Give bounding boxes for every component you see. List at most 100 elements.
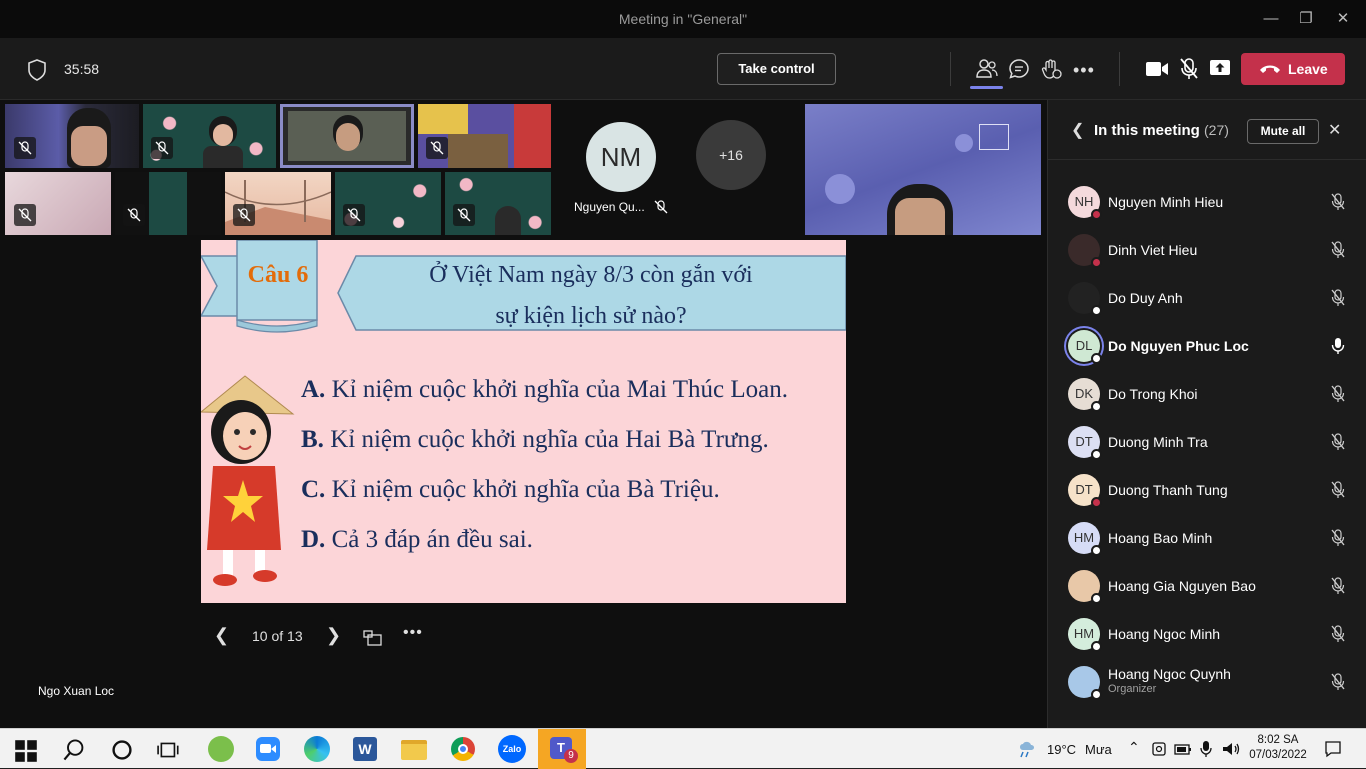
people-icon[interactable]: [975, 58, 999, 80]
spotlight-video[interactable]: [805, 104, 1041, 235]
video-tile[interactable]: [115, 172, 221, 235]
video-tile[interactable]: [445, 172, 551, 235]
close-icon[interactable]: ✕: [1332, 8, 1354, 30]
participant-row[interactable]: Hoang Gia Nguyen Bao: [1048, 562, 1366, 610]
presence-status-dot: [1091, 593, 1102, 604]
participant-row[interactable]: DT Duong Thanh Tung: [1048, 466, 1366, 514]
zoom-icon[interactable]: [256, 737, 280, 761]
mic-off-icon[interactable]: [1178, 57, 1200, 81]
video-tile[interactable]: [335, 172, 441, 235]
meet-now-icon[interactable]: [1151, 741, 1167, 757]
slide-page-indicator: 10 of 13: [252, 628, 303, 644]
participant-name: Hoang Gia Nguyen Bao: [1108, 578, 1256, 594]
mic-on-icon[interactable]: [1330, 337, 1346, 355]
participant-row[interactable]: Hoang Ngoc Quynh Organizer: [1048, 658, 1366, 706]
meeting-toolbar: 35:58 Take control ••• Leave: [0, 38, 1366, 100]
mic-off-icon[interactable]: [1330, 529, 1346, 547]
tray-expand-icon[interactable]: ⌃: [1128, 739, 1140, 756]
microphone-tray-icon[interactable]: [1199, 740, 1213, 758]
weather-rain-icon[interactable]: [1017, 740, 1039, 758]
participant-row[interactable]: NH Nguyen Minh Hieu: [1048, 178, 1366, 226]
video-tile[interactable]: [5, 172, 111, 235]
task-view-icon[interactable]: [157, 738, 181, 762]
answer-d: D. Cả 3 đáp án đều sai.: [301, 526, 533, 553]
battery-icon[interactable]: [1174, 741, 1192, 757]
participant-name: Nguyen Minh Hieu: [1108, 194, 1224, 210]
file-explorer-icon[interactable]: [401, 740, 427, 760]
minimize-icon[interactable]: —: [1260, 8, 1282, 30]
close-panel-icon[interactable]: ✕: [1328, 120, 1341, 140]
mic-off-icon[interactable]: [1330, 241, 1346, 259]
mute-all-button[interactable]: Mute all: [1247, 119, 1319, 144]
mic-off-icon[interactable]: [1330, 289, 1346, 307]
participant-row[interactable]: HM Hoang Ngoc Minh: [1048, 610, 1366, 658]
more-icon[interactable]: •••: [1073, 60, 1095, 81]
teams-badge: 9: [564, 749, 578, 763]
mic-off-icon[interactable]: [1330, 193, 1346, 211]
video-tile[interactable]: [5, 104, 139, 168]
participant-row[interactable]: DT Duong Minh Tra: [1048, 418, 1366, 466]
chrome-icon[interactable]: [451, 737, 475, 761]
more-participants-tile[interactable]: +16: [696, 120, 766, 190]
camera-icon[interactable]: [1145, 60, 1169, 78]
video-tile[interactable]: [143, 104, 276, 168]
presence-status-dot: [1091, 209, 1102, 220]
participant-row[interactable]: DL Do Nguyen Phuc Loc: [1048, 322, 1366, 370]
teams-taskbar-active[interactable]: T 9: [538, 729, 586, 769]
search-icon[interactable]: [62, 738, 86, 762]
previous-slide-icon[interactable]: ❮: [214, 625, 229, 646]
video-tile-active-speaker[interactable]: [280, 104, 414, 168]
participant-row[interactable]: HM Hoang Bao Minh: [1048, 514, 1366, 562]
participant-name: Hoang Ngoc Minh: [1108, 626, 1221, 642]
participant-avatar: DL: [1068, 330, 1102, 364]
divider: [950, 52, 951, 86]
take-control-button[interactable]: Take control: [717, 53, 836, 85]
answer-b: B. Kỉ niệm cuộc khởi nghĩa của Hai Bà Tr…: [301, 426, 769, 453]
participant-avatar: DT: [1068, 474, 1102, 508]
participant-row[interactable]: Dinh Viet Hieu: [1048, 226, 1366, 274]
app-green-icon[interactable]: [208, 736, 234, 762]
window-titlebar: Meeting in "General" — ❐ ✕: [0, 0, 1366, 38]
mic-off-icon[interactable]: [1330, 625, 1346, 643]
presence-status-dot: [1091, 497, 1102, 508]
panel-title: In this meeting (27): [1094, 122, 1229, 139]
participant-name: Hoang Bao Minh: [1108, 530, 1213, 546]
video-tile[interactable]: [418, 104, 551, 168]
next-slide-icon[interactable]: ❯: [326, 625, 341, 646]
notifications-icon[interactable]: [1324, 740, 1342, 758]
word-icon[interactable]: W: [353, 737, 377, 761]
edge-icon[interactable]: [304, 736, 330, 762]
video-tile[interactable]: [225, 172, 331, 235]
shield-icon[interactable]: [26, 58, 48, 82]
cortana-icon[interactable]: [110, 738, 134, 762]
participant-row[interactable]: DK Do Trong Khoi: [1048, 370, 1366, 418]
mic-off-badge: [151, 137, 173, 159]
mic-off-icon[interactable]: [1330, 385, 1346, 403]
participant-avatar[interactable]: NM: [586, 122, 656, 192]
windows-start-icon[interactable]: [14, 739, 38, 763]
participant-name: Duong Thanh Tung: [1108, 482, 1228, 498]
reactions-icon[interactable]: [1040, 58, 1062, 80]
participant-name: Duong Minh Tra: [1108, 434, 1208, 450]
grid-view-icon[interactable]: [363, 628, 383, 646]
participant-tile-name: Nguyen Qu...: [574, 200, 645, 214]
taskbar-clock[interactable]: 8:02 SA 07/03/2022: [1245, 733, 1311, 763]
slide-more-icon[interactable]: •••: [403, 624, 423, 642]
mic-off-icon[interactable]: [1330, 577, 1346, 595]
participant-avatar: [1068, 570, 1102, 604]
share-icon[interactable]: [1209, 58, 1231, 78]
zalo-icon[interactable]: Zalo: [498, 735, 526, 763]
windows-taskbar: W Zalo T 9 19°C Mưa ⌃ 8:02 SA 07/03/2022: [0, 728, 1366, 769]
chat-icon[interactable]: [1008, 58, 1030, 80]
mic-off-badge: [233, 204, 255, 226]
question-line-2: sự kiện lịch sử nào?: [495, 303, 687, 329]
mic-off-icon[interactable]: [1330, 673, 1346, 691]
leave-button[interactable]: Leave: [1241, 53, 1345, 85]
maximize-icon[interactable]: ❐: [1295, 8, 1317, 30]
presence-status-dot: [1091, 641, 1102, 652]
participant-row[interactable]: Do Duy Anh: [1048, 274, 1366, 322]
mic-off-icon[interactable]: [1330, 481, 1346, 499]
volume-icon[interactable]: [1221, 741, 1241, 757]
back-icon[interactable]: ❮: [1071, 120, 1084, 140]
mic-off-icon[interactable]: [1330, 433, 1346, 451]
